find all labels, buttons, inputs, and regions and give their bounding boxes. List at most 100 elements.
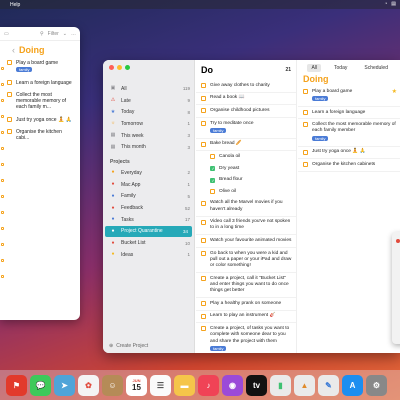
maps-icon[interactable]: ➤ — [54, 374, 75, 396]
subtask-item[interactable]: Dry yeast — [196, 163, 296, 175]
task-item[interactable]: Create a project, call it "Bucket List" … — [196, 273, 296, 299]
list-item[interactable]: Organise the kitchen cabi... — [0, 126, 80, 145]
sidebar-item-tomorrow[interactable]: ☼ Tomorrow 1 — [103, 118, 194, 130]
tab-all[interactable]: All — [307, 64, 322, 72]
checkbox[interactable] — [210, 189, 215, 195]
music-icon[interactable]: ♪ — [198, 374, 219, 396]
app-store-icon[interactable]: A — [342, 374, 363, 396]
checkbox[interactable] — [201, 219, 206, 225]
create-project-button[interactable]: ⊕ Create Project — [109, 343, 148, 349]
checkbox[interactable] — [201, 276, 206, 282]
filter-icon[interactable]: ⚲ — [40, 31, 44, 37]
reminders-icon[interactable]: ☰ — [150, 374, 171, 396]
task-item[interactable]: Read a book 📖 — [196, 93, 296, 106]
tab-today[interactable]: Today — [330, 64, 351, 72]
sidebar-item-project-quarantine[interactable]: ● Project Quarantine 34 — [105, 225, 192, 238]
messages-icon[interactable]: 💬 — [30, 374, 51, 396]
sidebar-item-today[interactable]: ★ Today 8 — [103, 106, 194, 118]
sidebar-item-tasks[interactable]: ● Tasks 17 — [103, 214, 194, 226]
checkbox[interactable] — [210, 177, 215, 183]
zoom-button[interactable] — [125, 65, 130, 70]
checkbox[interactable] — [201, 313, 206, 319]
calendar-icon[interactable]: JUN 15 — [126, 374, 147, 396]
checkbox[interactable] — [7, 116, 12, 122]
list-item[interactable]: Learn a foreign language — [0, 77, 80, 89]
sidebar-item-everyday[interactable]: ● Everyday 2 — [103, 167, 194, 179]
menu-help[interactable]: Help — [10, 2, 20, 8]
filter-button[interactable]: Filter — [48, 31, 59, 37]
pages-icon[interactable]: ✎ — [318, 374, 339, 396]
checkbox[interactable] — [201, 238, 206, 244]
task-item[interactable]: Organise the kitchen cabinets — [298, 159, 400, 172]
task-item[interactable]: Play a board game family ★ — [298, 86, 400, 107]
checkbox[interactable] — [201, 251, 206, 257]
checkbox[interactable] — [201, 326, 206, 332]
checkbox[interactable] — [7, 91, 12, 97]
subtask-item[interactable]: Olive oil — [196, 186, 296, 198]
chevron-down-icon[interactable]: ⌄ — [63, 31, 67, 37]
tv-icon[interactable]: tv — [246, 374, 267, 396]
checkbox[interactable] — [210, 165, 215, 172]
checkbox[interactable] — [210, 154, 215, 160]
list-item[interactable]: Collect the most memorable memory of eac… — [0, 89, 80, 114]
task-item[interactable]: Try to meditate once family — [196, 118, 296, 139]
more-icon[interactable]: … — [71, 31, 76, 37]
task-item[interactable]: Learn to play an instrument 🎸 — [196, 311, 296, 324]
checkbox[interactable] — [303, 122, 308, 128]
close-button[interactable] — [396, 239, 400, 243]
checkbox[interactable] — [201, 141, 206, 147]
task-item[interactable]: Learn a foreign language — [298, 107, 400, 120]
sidebar-item-this-month[interactable]: ▦ This month 3 — [103, 141, 194, 153]
list-item[interactable]: Play a board game family — [0, 57, 80, 77]
sidebar-item-this-week[interactable]: ▦ This week 3 — [103, 130, 194, 142]
column-collapse-icon[interactable]: ‹ — [12, 45, 15, 55]
list-item[interactable]: Just try yoga once 🧘 🙏 — [0, 114, 80, 126]
checkbox[interactable] — [201, 200, 206, 206]
checkbox[interactable] — [201, 301, 206, 307]
sidebar-toggle-icon[interactable]: ▭ — [4, 31, 9, 37]
notes-icon[interactable]: ▬ — [174, 374, 195, 396]
control-center-icon[interactable]: ▤ — [391, 1, 396, 7]
task-item[interactable]: Create a project, of tasks you want to c… — [196, 323, 296, 353]
star-icon[interactable]: ★ — [392, 89, 397, 97]
task-item[interactable]: Give away clothes to charity — [196, 80, 296, 93]
close-button[interactable] — [109, 65, 114, 70]
sidebar-item-family[interactable]: ● Family 5 — [103, 191, 194, 203]
keynote-icon[interactable]: ▲ — [294, 374, 315, 396]
checkbox[interactable] — [201, 95, 206, 101]
sidebar-item-mac-app[interactable]: ● Mac App 1 — [103, 179, 194, 191]
task-item[interactable]: Go back to when you were a kid and pull … — [196, 248, 296, 274]
task-item[interactable]: Collect the most memorable memory of eac… — [298, 119, 400, 147]
wifi-icon[interactable]: ◔ — [384, 1, 387, 7]
contacts-icon[interactable]: ☺ — [102, 374, 123, 396]
task-item[interactable]: Organise childhood pictures — [196, 105, 296, 118]
minimize-button[interactable] — [117, 65, 122, 70]
task-item[interactable]: Watch all the Marvel movies if you haven… — [196, 198, 296, 217]
checkbox[interactable] — [201, 120, 206, 126]
system-preferences-icon[interactable]: ⚙ — [366, 374, 387, 396]
tab-scheduled[interactable]: Scheduled — [360, 64, 392, 72]
checkbox[interactable] — [7, 60, 12, 65]
sidebar-item-bucket-list[interactable]: ● Bucket List 10 — [103, 237, 194, 249]
task-item[interactable]: Video call 3 friends you've not spoken t… — [196, 217, 296, 236]
checkbox[interactable] — [7, 128, 12, 134]
podcasts-icon[interactable]: ◉ — [222, 374, 243, 396]
checkbox[interactable] — [201, 108, 206, 114]
subtask-item[interactable]: Bread flour — [196, 175, 296, 187]
task-item[interactable]: Bake bread 🥖 — [196, 139, 296, 152]
sidebar-item-late[interactable]: ⚠ Late 9 — [103, 95, 194, 107]
sidebar-item-ideas[interactable]: ● Ideas 1 — [103, 249, 194, 261]
flag-icon[interactable]: ⚑ — [6, 374, 27, 396]
sidebar-item-feedback[interactable]: ● Feedback 52 — [103, 202, 194, 214]
photos-icon[interactable]: ✿ — [78, 374, 99, 396]
checkbox[interactable] — [303, 162, 308, 168]
task-item[interactable]: Watch your favourite animated movies — [196, 235, 296, 249]
task-item[interactable]: Play a healthy prank on someone — [196, 298, 296, 311]
subtask-item[interactable]: Canola oil — [196, 151, 296, 163]
numbers-icon[interactable]: ▮ — [270, 374, 291, 396]
sidebar-item-all[interactable]: ▣ All 119 — [103, 83, 194, 95]
checkbox[interactable] — [201, 83, 206, 88]
checkbox[interactable] — [303, 89, 308, 94]
checkbox[interactable] — [303, 149, 308, 155]
checkbox[interactable] — [303, 109, 308, 115]
